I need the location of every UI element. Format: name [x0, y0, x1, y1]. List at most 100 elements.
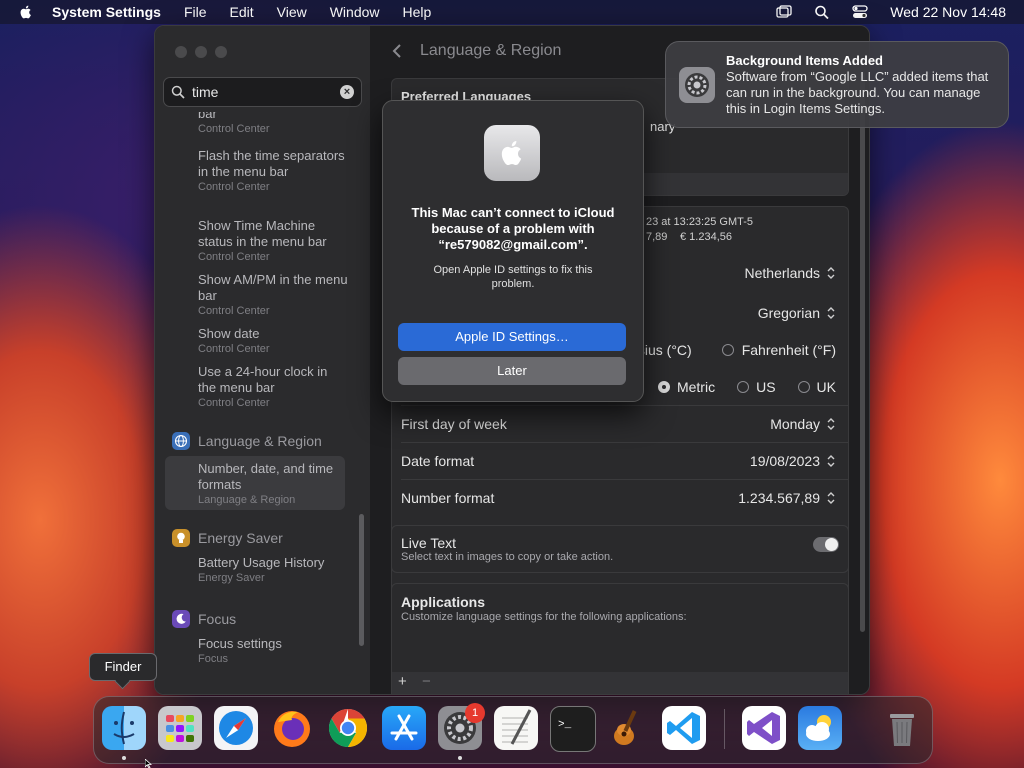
icloud-alert-dialog: This Mac can’t connect to iCloud because… [382, 100, 644, 402]
section-energy-saver[interactable]: Energy Saver [172, 528, 283, 548]
page-title: Language & Region [420, 42, 562, 59]
live-text-subtitle: Select text in images to copy or take ac… [401, 551, 614, 563]
apple-menu-icon[interactable] [18, 4, 34, 20]
screen-mirroring-icon[interactable] [776, 5, 792, 19]
menu-help[interactable]: Help [403, 4, 432, 20]
live-text-toggle[interactable] [813, 537, 839, 552]
number-format-popup[interactable]: 1.234.567,89 [738, 490, 836, 506]
result-title: Show AM/PM in the menu bar [198, 272, 348, 303]
firefox-icon[interactable] [270, 706, 314, 750]
main-scrollbar[interactable] [860, 72, 865, 632]
result-subtitle: Energy Saver [198, 572, 265, 584]
result-item-selected[interactable]: Number, date, and time formats Language … [198, 461, 348, 507]
section-label: Language & Region [198, 433, 322, 449]
add-application-button[interactable]: + [398, 673, 407, 690]
section-label: Focus [198, 611, 237, 627]
result-item[interactable]: Flash the time separators in the menu ba… [198, 148, 348, 194]
fahrenheit-label[interactable]: Fahrenheit (°F) [742, 342, 836, 358]
globe-icon [172, 432, 190, 450]
dialog-message: Open Apple ID settings to fix this probl… [433, 264, 593, 290]
us-radio[interactable] [737, 380, 750, 393]
result-subtitle: Control Center [198, 123, 270, 135]
menu-window[interactable]: Window [330, 4, 380, 20]
uk-label[interactable]: UK [817, 379, 836, 395]
result-title: Number, date, and time formats [198, 461, 334, 492]
notification-title: Background Items Added [726, 53, 883, 68]
result-item[interactable]: Focus settings Focus [198, 636, 348, 666]
metric-label[interactable]: Metric [677, 379, 715, 395]
menu-bar-clock[interactable]: Wed 22 Nov 14:48 [890, 4, 1006, 20]
notification-body: Software from “Google LLC” added items t… [726, 69, 989, 116]
app-menu-system-settings[interactable]: System Settings [52, 4, 161, 20]
metric-radio[interactable] [657, 380, 670, 393]
result-subtitle: Control Center [198, 397, 270, 409]
result-item[interactable]: Show Time Machine status in the menu bar… [198, 218, 348, 264]
number-format-label: Number format [401, 489, 495, 506]
section-language-region[interactable]: Language & Region [172, 431, 322, 451]
result-title: bar [198, 112, 217, 121]
result-item[interactable]: Battery Usage History Energy Saver [198, 555, 348, 585]
result-subtitle: Control Center [198, 343, 270, 355]
menu-view[interactable]: View [277, 4, 307, 20]
section-label: Energy Saver [198, 530, 283, 546]
running-indicator [458, 756, 462, 760]
terminal-icon[interactable]: >_ [550, 706, 596, 752]
result-subtitle: Control Center [198, 181, 270, 193]
control-center-icon[interactable] [852, 5, 868, 19]
app-store-icon[interactable] [382, 706, 426, 750]
background-items-notification[interactable]: Background Items Added Software from “Go… [665, 41, 1009, 128]
clear-search-icon[interactable]: × [340, 85, 354, 99]
later-button[interactable]: Later [398, 357, 626, 385]
apple-id-settings-button[interactable]: Apple ID Settings… [398, 323, 626, 351]
first-day-value: Monday [770, 415, 820, 432]
date-format-value: 19/08/2023 [749, 452, 820, 469]
first-day-popup[interactable]: Monday [770, 416, 836, 432]
fahrenheit-radio[interactable] [721, 343, 734, 356]
garageband-icon[interactable] [606, 706, 650, 750]
visual-studio-icon[interactable] [742, 706, 786, 750]
weather-icon[interactable] [798, 706, 842, 750]
applications-card: Applications Customize language settings… [391, 583, 849, 694]
first-day-row[interactable]: First day of week Monday [401, 405, 836, 442]
uk-radio[interactable] [797, 380, 810, 393]
date-format-row[interactable]: Date format 19/08/2023 [401, 442, 836, 479]
section-focus[interactable]: Focus [172, 609, 236, 629]
search-input[interactable]: time [192, 84, 340, 100]
number-format-row[interactable]: Number format 1.234.567,89 [401, 479, 836, 516]
spotlight-search-icon[interactable] [814, 5, 830, 19]
launchpad-icon[interactable] [158, 706, 202, 750]
safari-icon[interactable] [214, 706, 258, 750]
remove-application-button[interactable]: − [422, 673, 431, 690]
result-item[interactable]: Use a 24-hour clock in the menu bar Cont… [198, 364, 348, 410]
menu-file[interactable]: File [184, 4, 207, 20]
search-field[interactable]: time × [163, 77, 362, 107]
applications-subtitle: Customize language settings for the foll… [401, 611, 687, 623]
date-format-label: Date format [401, 452, 475, 469]
region-popup[interactable]: Netherlands [745, 265, 837, 281]
textedit-icon[interactable] [494, 706, 538, 750]
menu-edit[interactable]: Edit [230, 4, 254, 20]
back-chevron-icon[interactable] [388, 41, 408, 61]
mouse-cursor-icon [145, 759, 153, 768]
first-day-label: First day of week [401, 415, 507, 432]
result-subtitle: Focus [198, 653, 228, 665]
live-text-title: Live Text [401, 535, 456, 551]
result-item[interactable]: Show date Control Center [198, 326, 348, 356]
trash-icon[interactable] [880, 706, 924, 750]
date-format-popup[interactable]: 19/08/2023 [750, 453, 836, 469]
finder-icon[interactable] [102, 706, 146, 750]
chrome-icon[interactable] [326, 706, 370, 750]
minimize-window-button[interactable] [195, 46, 207, 58]
sidebar-scrollbar[interactable] [359, 514, 364, 646]
lightbulb-icon [172, 529, 190, 547]
calendar-popup[interactable]: Gregorian [758, 305, 836, 321]
vscode-icon[interactable] [662, 706, 706, 750]
result-item[interactable]: Show AM/PM in the menu bar Control Cente… [198, 272, 348, 318]
measurement-options: Metric US UK [657, 379, 836, 395]
result-title: Focus settings [198, 636, 282, 651]
result-item[interactable]: bar Control Center [198, 112, 348, 136]
close-window-button[interactable] [175, 46, 187, 58]
us-label[interactable]: US [756, 379, 775, 395]
popup-chevrons-icon [827, 454, 835, 467]
zoom-window-button[interactable] [215, 46, 227, 58]
